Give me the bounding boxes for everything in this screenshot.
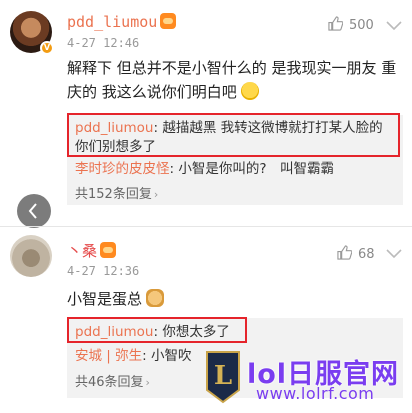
more-replies-link[interactable]: 共152条回复 › [75, 185, 158, 205]
comment-date: 4-27 12:46 [67, 36, 140, 50]
watermark-logo: L [203, 350, 243, 404]
svg-text:L: L [214, 361, 232, 391]
reply-author[interactable]: 李时珍的皮皮怪 [75, 161, 170, 177]
comment-text: 小智是蛋总 [67, 287, 403, 311]
avatar[interactable] [10, 235, 52, 277]
back-arrow-icon [28, 203, 37, 219]
reply-line: 安城 | 弥生: 小智吹 [75, 348, 192, 364]
like-button[interactable]: 500 [328, 16, 374, 33]
highlight-box [67, 317, 247, 343]
chevron-down-icon[interactable] [386, 21, 402, 33]
thumbs-up-icon [328, 16, 343, 31]
verified-badge-icon: V [40, 41, 54, 55]
thumbs-up-icon [337, 245, 352, 260]
reply-author[interactable]: 安城 | 弥生 [75, 348, 142, 364]
username-text[interactable]: pdd_liumou [67, 13, 157, 31]
like-count: 68 [358, 247, 375, 262]
reply-line: 李时珍的皮皮怪: 小智是你叫的? 叫智霸霸 [75, 161, 335, 177]
thinking-emoji-icon [240, 82, 259, 100]
comment-username[interactable]: pdd_liumou [67, 13, 177, 31]
more-replies-link[interactable]: 共46条回复 › [75, 373, 150, 393]
highlight-box [67, 113, 400, 157]
divider [0, 226, 412, 227]
username-text[interactable]: 丶桑 [67, 242, 97, 260]
comment-text: 解释下 但总并不是小智什么的 是我现实一朋友 重庆的 我这么说你们明白吧 [67, 59, 397, 101]
chevron-right-icon: › [153, 188, 159, 201]
like-button[interactable]: 68 [337, 245, 375, 262]
level-badge-icon [160, 13, 177, 29]
chevron-right-icon: › [145, 376, 150, 389]
back-button[interactable] [17, 194, 51, 228]
chevron-down-icon[interactable] [386, 249, 402, 261]
level-badge-icon [100, 242, 117, 258]
comment-username[interactable]: 丶桑 [67, 240, 117, 261]
watermark-url: www.lolrf.com [256, 384, 375, 403]
comment-date: 4-27 12:36 [67, 264, 140, 278]
doge-emoji-icon [146, 289, 165, 307]
like-count: 500 [349, 18, 374, 33]
